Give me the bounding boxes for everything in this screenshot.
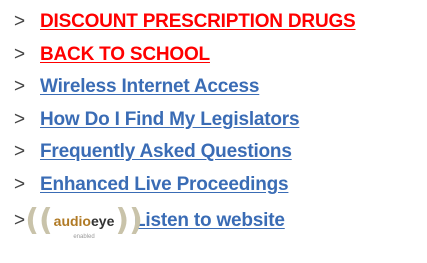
menu-item-live-proceedings[interactable]: > Enhanced Live Proceedings — [0, 169, 427, 202]
quick-links-menu: > DISCOUNT PRESCRIPTION DRUGS > BACK TO … — [0, 0, 427, 263]
logo-left-paren-icon: (( — [25, 203, 53, 238]
back-to-school-link[interactable]: BACK TO SCHOOL — [40, 44, 210, 66]
menu-item-back-to-school[interactable]: > BACK TO SCHOOL — [0, 39, 427, 72]
arrow-icon: > — [14, 108, 26, 130]
arrow-icon: > — [14, 11, 26, 33]
arrow-icon: > — [14, 76, 26, 98]
menu-item-faq[interactable]: > Frequently Asked Questions — [0, 136, 427, 169]
enhanced-live-proceedings-link[interactable]: Enhanced Live Proceedings — [40, 174, 289, 196]
menu-item-discount-drugs[interactable]: > DISCOUNT PRESCRIPTION DRUGS — [0, 6, 427, 39]
discount-prescription-drugs-link[interactable]: DISCOUNT PRESCRIPTION DRUGS — [40, 11, 356, 33]
wireless-internet-access-link[interactable]: Wireless Internet Access — [40, 76, 259, 98]
arrow-icon: > — [14, 43, 26, 65]
arrow-icon: > — [14, 141, 26, 163]
audioeye-logo[interactable]: (( audioeye enabled )) — [25, 205, 143, 241]
listen-to-website-link[interactable]: Listen to website — [134, 210, 285, 232]
logo-eye-text: eye — [91, 213, 115, 229]
faq-link[interactable]: Frequently Asked Questions — [40, 141, 292, 163]
logo-audio-text: audio — [53, 213, 91, 229]
menu-item-wireless[interactable]: > Wireless Internet Access — [0, 71, 427, 104]
logo-right-paren-icon: )) — [115, 203, 143, 238]
find-legislators-link[interactable]: How Do I Find My Legislators — [40, 109, 300, 131]
menu-item-legislators[interactable]: > How Do I Find My Legislators — [0, 104, 427, 137]
menu-item-audioeye[interactable]: > (( audioeye enabled )) Listen to websi… — [0, 201, 427, 241]
logo-enabled-text: enabled — [73, 234, 95, 240]
arrow-icon: > — [14, 173, 26, 195]
logo-wordmark: audioeye enabled — [53, 213, 116, 240]
